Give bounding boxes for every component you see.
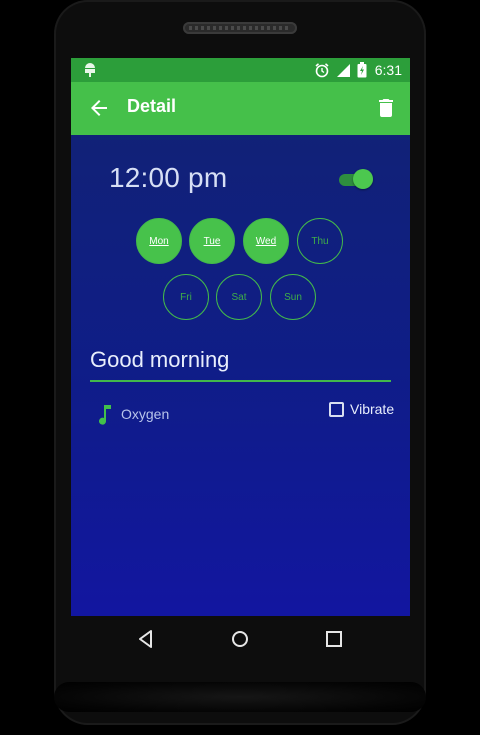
signal-icon (336, 63, 350, 77)
day-toggle-sat[interactable]: Sat (216, 274, 262, 320)
back-arrow-icon[interactable] (87, 96, 111, 120)
phone-bottom-bezel (54, 682, 426, 712)
alarm-enabled-switch[interactable] (339, 168, 375, 190)
alarm-label-field (90, 344, 391, 382)
system-nav-bar (71, 616, 410, 662)
nav-home-icon[interactable] (229, 628, 251, 650)
vibrate-label: Vibrate (350, 401, 395, 417)
day-toggle-thu[interactable]: Thu (297, 218, 343, 264)
delete-icon[interactable] (374, 96, 398, 120)
alarm-time-picker[interactable]: 12:00 pm (109, 162, 227, 194)
ringtone-name: Oxygen (121, 406, 170, 422)
checkbox-box (329, 401, 344, 417)
nav-recents-icon[interactable] (323, 628, 345, 650)
alarm-clock-icon (315, 63, 329, 78)
switch-thumb (353, 169, 373, 189)
app-bar: Detail (71, 82, 410, 135)
android-debug-icon (85, 63, 95, 77)
page-title: Detail (127, 96, 177, 116)
vibrate-checkbox[interactable]: Vibrate (329, 401, 394, 417)
day-toggle-tue[interactable]: Tue (189, 218, 235, 264)
phone-speaker (183, 22, 297, 34)
day-toggle-fri[interactable]: Fri (163, 274, 209, 320)
status-bar: 6:31 (71, 58, 410, 82)
day-toggle-sun[interactable]: Sun (270, 274, 316, 320)
app-screen: 6:31 Detail 12:00 pm Mon Tue Wed Thu Fri… (71, 58, 410, 616)
music-note-icon (99, 405, 111, 425)
nav-back-icon[interactable] (135, 628, 157, 650)
day-toggle-mon[interactable]: Mon (136, 218, 182, 264)
day-toggle-wed[interactable]: Wed (243, 218, 289, 264)
alarm-label-input[interactable] (90, 344, 391, 376)
status-time: 6:31 (374, 62, 402, 78)
battery-charging-icon (357, 62, 367, 78)
ringtone-selector[interactable]: Oxygen (97, 402, 169, 426)
